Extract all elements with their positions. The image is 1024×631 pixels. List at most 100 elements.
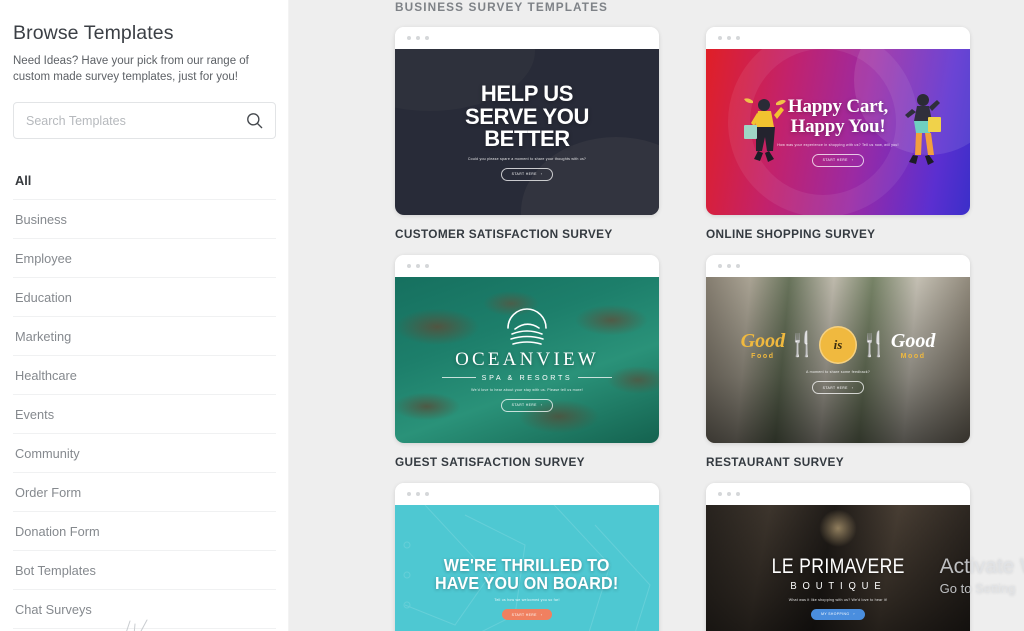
template-card-boutique[interactable]: LE PRIMAVERE BOUTIQUE What was it like s… [706, 483, 970, 631]
chrome-dot-icon [425, 36, 429, 40]
arrow-right-icon: › [851, 158, 854, 163]
hero-cta-label: START HERE [822, 385, 848, 390]
arrow-right-icon: › [540, 403, 543, 408]
card-hero: HELP US SERVE YOU BETTER Could you pleas… [395, 49, 659, 215]
hero-title-line: BETTER [484, 126, 570, 152]
chrome-dot-icon [425, 492, 429, 496]
card-hero: Happy Cart, Happy You! How was your expe… [706, 49, 970, 215]
search-input[interactable] [14, 103, 275, 138]
hero-title: WE'RE THRILLED TO HAVE YOU ON BOARD! [435, 556, 618, 592]
card-chrome [395, 27, 659, 49]
hero-cta-button[interactable]: START HERE › [500, 398, 554, 412]
hero-subtitle: A moment to share some feedback? [806, 370, 870, 374]
hero-title-line: Happy Cart, [787, 96, 889, 118]
hero-cta-button[interactable]: START HERE › [500, 167, 554, 181]
chrome-dot-icon [727, 264, 731, 268]
hero-word-sub-mood: Mood [900, 353, 926, 360]
sidebar-item-business[interactable]: Business [13, 200, 276, 239]
arrow-right-icon: › [540, 172, 543, 177]
template-card-online-shopping[interactable]: Happy Cart, Happy You! How was your expe… [706, 27, 970, 215]
template-grid-pane: BUSINESS SURVEY TEMPLATES HELP US SERVE … [289, 0, 1024, 631]
template-label: GUEST SATISFACTION SURVEY [395, 455, 585, 469]
template-item[interactable]: OCEANVIEW SPA & RESORTS We'd love to hea… [395, 255, 659, 469]
hero-cta-button[interactable]: START HERE › [811, 153, 865, 167]
chrome-dot-icon [425, 264, 429, 268]
sidebar-item-order-form[interactable]: Order Form [13, 473, 276, 512]
card-chrome [706, 255, 970, 277]
search-box[interactable] [13, 102, 276, 139]
template-item[interactable]: Happy Cart, Happy You! How was your expe… [706, 27, 970, 241]
hero-cta-label: START HERE [511, 612, 537, 617]
page-subtitle: Need Ideas? Have your pick from our rang… [13, 55, 249, 83]
hero-cta-button[interactable]: START HERE › [501, 609, 553, 621]
template-card-restaurant[interactable]: Good Food 🍴 is 🍴 Good Mood A moment to s… [706, 255, 970, 443]
sidebar-item-marketing[interactable]: Marketing [13, 317, 276, 356]
template-item[interactable]: HELP US SERVE YOU BETTER Could you pleas… [395, 27, 659, 241]
template-label: ONLINE SHOPPING SURVEY [706, 227, 876, 241]
template-label: RESTAURANT SURVEY [706, 455, 844, 469]
sidebar-item-healthcare[interactable]: Healthcare [13, 356, 276, 395]
hero-title: LE PRIMAVERE [771, 555, 905, 579]
template-card-onboarding[interactable]: WE'RE THRILLED TO HAVE YOU ON BOARD! Tel… [395, 483, 659, 631]
hero-title-line: Happy You! [790, 116, 886, 137]
template-grid: HELP US SERVE YOU BETTER Could you pleas… [289, 27, 1024, 631]
template-item[interactable]: Good Food 🍴 is 🍴 Good Mood A moment to s… [706, 255, 970, 469]
section-heading: BUSINESS SURVEY TEMPLATES [395, 0, 609, 14]
card-chrome [706, 483, 970, 505]
hero-tagline: SPA & RESORTS [441, 373, 613, 382]
hero-subtitle: We'd love to hear about your stay with u… [471, 387, 583, 392]
hero-subtitle: How was your experience in shopping with… [777, 142, 899, 147]
arrow-right-icon: › [853, 612, 855, 617]
sidebar: Browse Templates Need Ideas? Have your p… [0, 0, 289, 631]
hero-cta-label: START HERE [511, 403, 537, 408]
sidebar-item-bot-templates[interactable]: Bot Templates [13, 551, 276, 590]
arrow-right-icon: › [540, 612, 543, 617]
arrow-right-icon: › [851, 385, 854, 390]
search-icon[interactable] [244, 111, 264, 131]
hero-subtitle: Could you please spare a moment to share… [467, 156, 587, 161]
hero-cta-label: START HERE [822, 158, 848, 163]
hero-cta-label: START HERE [511, 172, 537, 177]
sidebar-item-events[interactable]: Events [13, 395, 276, 434]
chrome-dot-icon [407, 36, 411, 40]
hero-title-line: WE'RE THRILLED TO [444, 554, 610, 575]
chrome-dot-icon [407, 264, 411, 268]
hero-title: Happy Cart, Happy You! [788, 97, 888, 136]
hero-cta-button[interactable]: MY SHOPPING › [811, 608, 865, 620]
card-hero: Good Food 🍴 is 🍴 Good Mood A moment to s… [706, 277, 970, 443]
knife-icon: 🍴 [859, 331, 889, 358]
fork-icon: 🍴 [787, 331, 817, 358]
template-card-customer-satisfaction[interactable]: HELP US SERVE YOU BETTER Could you pleas… [395, 27, 659, 215]
shopper-illustration-left [744, 98, 786, 162]
hero-subtitle: Tell us how we welcomed you so far! [494, 598, 560, 603]
hero-word-sub-food: Food [751, 353, 775, 360]
sidebar-item-all[interactable]: All [13, 169, 276, 200]
hero-title: Good Food 🍴 is 🍴 Good Mood [740, 326, 935, 364]
template-item[interactable]: LE PRIMAVERE BOUTIQUE What was it like s… [706, 483, 970, 631]
hero-word-good-food: Good [740, 330, 786, 352]
sidebar-item-chat-surveys[interactable]: Chat Surveys [13, 590, 276, 629]
category-list: All Business Employee Education Marketin… [13, 169, 276, 629]
hero-title-line: SERVE YOU [465, 103, 589, 129]
oceanview-logo-icon [507, 308, 547, 346]
hero-title: OCEANVIEW [455, 349, 599, 371]
sidebar-item-community[interactable]: Community [13, 434, 276, 473]
sidebar-item-education[interactable]: Education [13, 278, 276, 317]
chrome-dot-icon [416, 36, 420, 40]
hero-subtitle: What was it like shopping with us? We'd … [788, 597, 888, 602]
hero-cta-label: MY SHOPPING [821, 612, 850, 617]
chrome-dot-icon [416, 264, 420, 268]
chrome-dot-icon [736, 492, 740, 496]
card-hero: WE'RE THRILLED TO HAVE YOU ON BOARD! Tel… [395, 505, 659, 631]
hero-title-line: HAVE YOU ON BOARD! [435, 573, 619, 593]
card-hero: LE PRIMAVERE BOUTIQUE What was it like s… [706, 505, 970, 631]
sidebar-item-employee[interactable]: Employee [13, 239, 276, 278]
hero-cta-button[interactable]: START HERE › [811, 381, 865, 394]
hero-word-is: is [819, 326, 857, 364]
template-item[interactable]: WE'RE THRILLED TO HAVE YOU ON BOARD! Tel… [395, 483, 659, 631]
template-browser: Browse Templates Need Ideas? Have your p… [0, 0, 1024, 631]
sidebar-item-donation-form[interactable]: Donation Form [13, 512, 276, 551]
card-chrome [395, 483, 659, 505]
template-card-guest-satisfaction[interactable]: OCEANVIEW SPA & RESORTS We'd love to hea… [395, 255, 659, 443]
shopper-illustration-right [905, 94, 941, 165]
